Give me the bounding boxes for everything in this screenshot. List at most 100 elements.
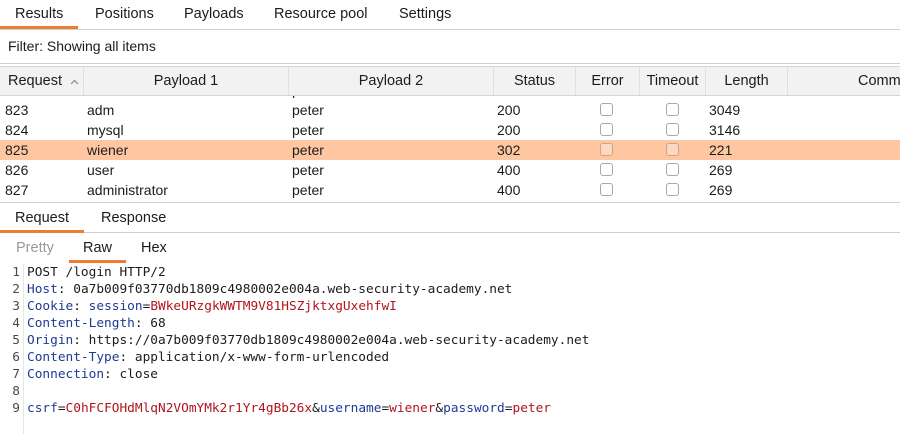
filter-label[interactable]: Filter: Showing all items	[8, 38, 156, 54]
table-cell-payload1: mysql	[87, 122, 124, 138]
timeout-checkbox[interactable]	[666, 183, 679, 196]
tab-response[interactable]: Response	[86, 205, 181, 232]
line-code: POST /login HTTP/2	[27, 264, 166, 281]
table-cell-status: 200	[497, 102, 521, 118]
table-row[interactable]: 823 adm peter 200 3049	[0, 100, 900, 120]
code-text: :	[73, 299, 89, 314]
line-number: 1	[12, 265, 20, 280]
line-number: 7	[12, 367, 20, 382]
column-header-status[interactable]: Status	[494, 67, 576, 95]
line-number: 9	[12, 401, 20, 416]
chevron-up-icon	[70, 67, 79, 95]
header-key: Connection	[27, 367, 105, 382]
code-text: : close	[104, 367, 158, 382]
table-cell-request: 827	[5, 182, 29, 198]
timeout-checkbox[interactable]	[666, 103, 679, 116]
tab-payloads[interactable]: Payloads	[169, 0, 259, 28]
line-code: csrf=C0hFCFOHdMlqN2VOmYMk2r1Yr4gBb26x&us…	[27, 400, 551, 417]
code-text: : 68	[134, 316, 166, 331]
editor-gutter-divider	[23, 264, 24, 434]
tab-pretty[interactable]: Pretty	[2, 235, 68, 262]
header-key: session	[88, 299, 143, 314]
header-key: Origin	[27, 333, 74, 348]
table-cell-status: 200	[497, 122, 521, 138]
line-code: Host: 0a7b009f03770db1809c4980002e004a.w…	[27, 281, 512, 298]
table-row[interactable]: 824 mysql peter 200 3146	[0, 120, 900, 140]
column-header-length[interactable]: Length	[706, 67, 788, 95]
timeout-checkbox[interactable]	[666, 123, 679, 136]
timeout-checkbox[interactable]	[666, 163, 679, 176]
header-key: csrf	[27, 401, 58, 416]
column-header-timeout[interactable]: Timeout	[640, 67, 706, 95]
timeout-checkbox[interactable]	[666, 143, 679, 156]
param-value: BWkeURzgkWWTM9V81HSZjktxgUxehfwI	[150, 299, 397, 314]
table-cell-length: 269	[709, 182, 733, 198]
table-row[interactable]: 827 administrator peter 400 269	[0, 180, 900, 200]
tab-raw[interactable]: Raw	[69, 235, 127, 263]
line-number: 5	[12, 333, 20, 348]
error-checkbox[interactable]	[600, 163, 613, 176]
column-header-request[interactable]: Request	[0, 67, 84, 95]
table-cell-payload2: peter	[292, 142, 324, 158]
header-key: Content-Type	[27, 350, 120, 365]
header-key: Content-Length	[27, 316, 135, 331]
code-text: &	[435, 401, 444, 416]
tab-request[interactable]: Request	[0, 205, 85, 233]
header-key: username	[319, 401, 382, 416]
table-cell-length: 3146	[709, 122, 741, 138]
line-number: 8	[12, 384, 20, 399]
error-checkbox[interactable]	[600, 103, 613, 116]
table-cell-payload2: peter	[292, 122, 324, 138]
table-cell-payload2: peter	[292, 162, 324, 178]
table-cell-length: 3049	[709, 102, 741, 118]
line-code: Content-Length: 68	[27, 315, 166, 332]
tab-positions[interactable]: Positions	[80, 0, 169, 28]
table-cell-payload1: user	[87, 162, 115, 178]
line-code: Cookie: session=BWkeURzgkWWTM9V81HSZjktx…	[27, 298, 397, 315]
column-header-error[interactable]: Error	[576, 67, 640, 95]
table-row[interactable]: 825 wiener peter 302 221	[0, 140, 900, 160]
tab-hex[interactable]: Hex	[127, 235, 181, 262]
code-text: : application/x-www-form-urlencoded	[119, 350, 390, 365]
table-header: Request Payload 1 Payload 2 Status Error…	[0, 66, 900, 96]
table-cell-request: 823	[5, 102, 29, 118]
table-cell-status: 400	[497, 162, 521, 178]
code-text: &	[312, 401, 320, 416]
code-text: =	[57, 401, 66, 416]
column-header-payload-2[interactable]: Payload 2	[289, 67, 494, 95]
table-row[interactable]: 826 user peter 400 269	[0, 160, 900, 180]
table-cell-payload1: adm	[87, 102, 115, 118]
header-key: password	[443, 401, 505, 416]
tab-resource-pool[interactable]: Resource pool	[259, 0, 383, 28]
code-text: : https://0a7b009f03770db1809c4980002e00…	[73, 333, 590, 348]
header-key: Host	[27, 282, 58, 297]
table-cell-payload2: peter	[292, 182, 324, 198]
line-number: 6	[12, 350, 20, 365]
table-cell-request: 826	[5, 162, 29, 178]
line-code: Origin: https://0a7b009f03770db1809c4980…	[27, 332, 589, 349]
table-cell-payload1: administrator	[87, 182, 168, 198]
table-cell-request: 824	[5, 122, 29, 138]
filter-bar[interactable]: Filter: Showing all items	[0, 30, 900, 64]
view-tab-bar: Pretty Raw Hex	[0, 235, 900, 263]
table-cell-request: 825	[5, 142, 29, 158]
column-header-comment[interactable]: Comm	[788, 67, 900, 95]
raw-request-editor[interactable]: 1 POST /login HTTP/2 2 Host: 0a7b009f03770d…	[0, 264, 900, 434]
column-header-payload-1[interactable]: Payload 1	[84, 67, 289, 95]
error-checkbox[interactable]	[600, 143, 613, 156]
table-cell-payload2: peter	[292, 102, 324, 118]
tab-settings[interactable]: Settings	[384, 0, 466, 28]
line-code: Content-Type: application/x-www-form-url…	[27, 349, 389, 366]
error-checkbox[interactable]	[600, 123, 613, 136]
table-cell-status: 400	[497, 182, 521, 198]
line-number: 2	[12, 282, 20, 297]
error-checkbox[interactable]	[600, 183, 613, 196]
line-number: 3	[12, 299, 20, 314]
line-number: 4	[12, 316, 20, 331]
param-value: wiener	[389, 401, 436, 416]
tab-results[interactable]: Results	[0, 0, 79, 29]
table-cell-payload1: wiener	[87, 142, 129, 158]
code-text: : 0a7b009f03770db1809c4980002e004a.web-s…	[57, 282, 513, 297]
line-code: Connection: close	[27, 366, 158, 383]
header-key: Cookie	[27, 299, 74, 314]
